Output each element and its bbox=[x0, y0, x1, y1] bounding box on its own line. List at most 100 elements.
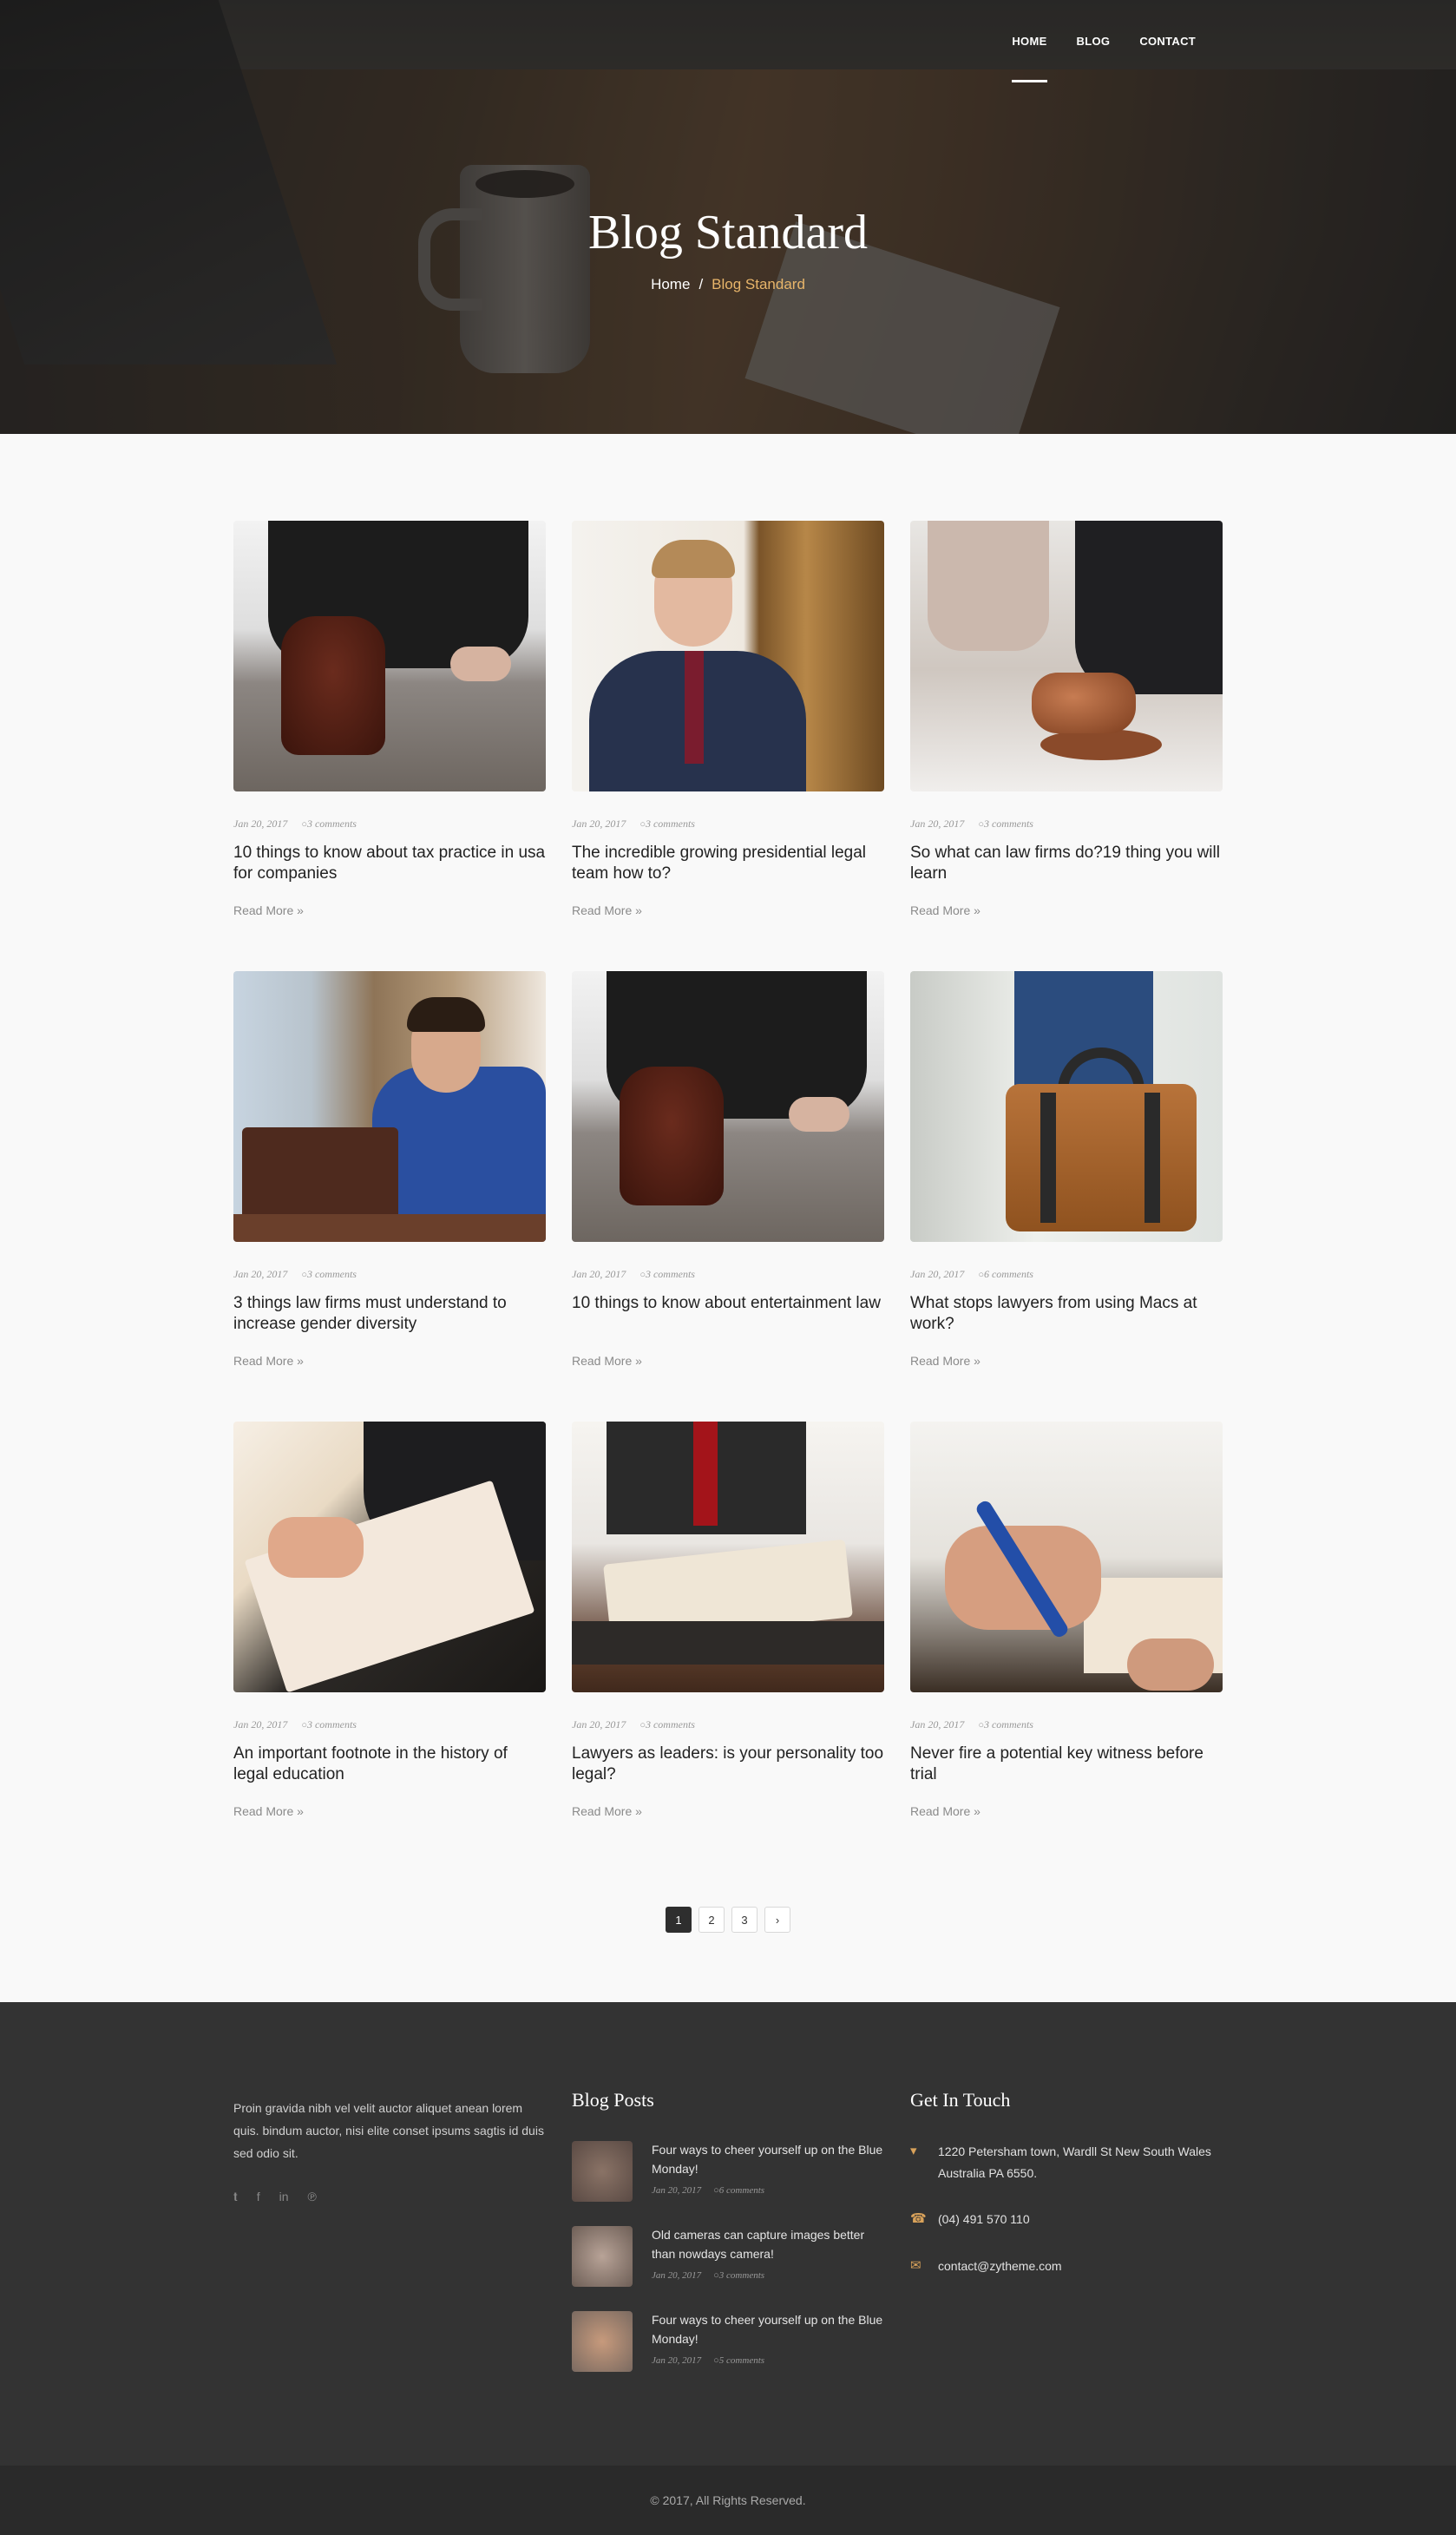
post-card: Jan 20, 2017 3 comments Lawyers as leader… bbox=[572, 1422, 884, 1820]
footer-post-date: Jan 20, 2017 bbox=[652, 2270, 702, 2282]
footer-post-thumbnail[interactable] bbox=[572, 2226, 633, 2287]
post-title[interactable]: Never fire a potential key witness befor… bbox=[910, 1744, 1223, 1785]
footer-post-comments[interactable]: 6 comments bbox=[713, 2185, 764, 2196]
post-thumbnail[interactable] bbox=[572, 971, 884, 1242]
post-date: Jan 20, 2017 bbox=[572, 818, 626, 830]
post-thumbnail[interactable] bbox=[572, 1422, 884, 1692]
envelope-icon: ✉ bbox=[910, 2257, 921, 2273]
social-links: 𝐭 f in ℗ bbox=[233, 2190, 546, 2204]
breadcrumb-current: Blog Standard bbox=[712, 276, 805, 292]
footer-post-title[interactable]: Four ways to cheer yourself up on the Bl… bbox=[652, 2311, 884, 2348]
footer-blog-posts: Blog Posts Four ways to cheer yourself u… bbox=[572, 2089, 884, 2396]
post-title[interactable]: So what can law firms do?19 thing you wi… bbox=[910, 843, 1223, 884]
post-comments[interactable]: 3 comments bbox=[301, 1268, 357, 1281]
read-more-link[interactable]: Read More bbox=[233, 903, 304, 917]
post-comments[interactable]: 6 comments bbox=[978, 1268, 1033, 1281]
read-more-link[interactable]: Read More bbox=[910, 1804, 981, 1818]
read-more-link[interactable]: Read More bbox=[910, 1354, 981, 1368]
copyright-bar: © 2017, All Rights Reserved. bbox=[0, 2466, 1456, 2535]
read-more-link[interactable]: Read More bbox=[233, 1804, 304, 1818]
facebook-icon[interactable]: f bbox=[257, 2190, 260, 2204]
phone-text[interactable]: (04) 491 570 110 bbox=[938, 2209, 1030, 2230]
post-thumbnail[interactable] bbox=[233, 971, 546, 1242]
post-card: Jan 20, 2017 3 comments The incredible gr… bbox=[572, 521, 884, 919]
post-comments[interactable]: 3 comments bbox=[978, 1718, 1033, 1731]
post-date: Jan 20, 2017 bbox=[572, 1718, 626, 1730]
twitter-icon[interactable]: 𝐭 bbox=[233, 2190, 238, 2204]
post-meta: Jan 20, 2017 3 comments bbox=[910, 818, 1223, 831]
footer-post-date: Jan 20, 2017 bbox=[652, 2185, 702, 2197]
post-grid: Jan 20, 2017 3 comments 10 things to know… bbox=[233, 521, 1223, 1820]
post-date: Jan 20, 2017 bbox=[910, 1718, 965, 1730]
post-title[interactable]: 3 things law firms must understand to in… bbox=[233, 1293, 546, 1335]
footer-contact-title: Get In Touch bbox=[910, 2089, 1011, 2111]
post-title[interactable]: 10 things to know about tax practice in … bbox=[233, 843, 546, 884]
post-comments[interactable]: 3 comments bbox=[639, 818, 695, 831]
post-title[interactable]: An important footnote in the history of … bbox=[233, 1744, 546, 1785]
page-2-button[interactable]: 2 bbox=[698, 1907, 725, 1933]
post-title[interactable]: What stops lawyers from using Macs at wo… bbox=[910, 1293, 1223, 1335]
post-thumbnail[interactable] bbox=[910, 521, 1223, 791]
footer-blog-title: Blog Posts bbox=[572, 2089, 654, 2111]
post-date: Jan 20, 2017 bbox=[572, 1268, 626, 1280]
post-card: Jan 20, 2017 3 comments 10 things to know… bbox=[233, 521, 546, 919]
footer-post-list: Four ways to cheer yourself up on the Bl… bbox=[572, 2141, 884, 2372]
post-title[interactable]: The incredible growing presidential lega… bbox=[572, 843, 884, 884]
read-more-link[interactable]: Read More bbox=[572, 1804, 642, 1818]
blog-list: Jan 20, 2017 3 comments 10 things to know… bbox=[0, 434, 1456, 2002]
page-1-button[interactable]: 1 bbox=[666, 1907, 692, 1933]
nav-blog[interactable]: BLOG bbox=[1077, 35, 1111, 82]
post-meta: Jan 20, 2017 3 comments bbox=[572, 818, 884, 831]
post-thumbnail[interactable] bbox=[572, 521, 884, 791]
post-card: Jan 20, 2017 3 comments So what can law f… bbox=[910, 521, 1223, 919]
next-page-button[interactable]: › bbox=[764, 1907, 790, 1933]
post-date: Jan 20, 2017 bbox=[233, 818, 288, 830]
footer-post-item: Four ways to cheer yourself up on the Bl… bbox=[572, 2141, 884, 2202]
breadcrumb-home[interactable]: Home bbox=[651, 276, 690, 292]
footer-post-meta: Jan 20, 2017 3 comments bbox=[652, 2270, 884, 2281]
pinterest-icon[interactable]: ℗ bbox=[308, 2190, 317, 2204]
post-comments[interactable]: 3 comments bbox=[301, 1718, 357, 1731]
contact-email: ✉ contact@zytheme.com bbox=[910, 2256, 1223, 2277]
footer-post-title[interactable]: Old cameras can capture images better th… bbox=[652, 2226, 884, 2263]
footer-post-comments[interactable]: 5 comments bbox=[713, 2355, 764, 2366]
phone-icon: ☎ bbox=[910, 2211, 927, 2227]
copyright-text: © 2017, All Rights Reserved. bbox=[650, 2493, 806, 2507]
site-footer: Proin gravida nibh vel velit auctor aliq… bbox=[0, 2002, 1456, 2466]
breadcrumb-separator: / bbox=[698, 276, 704, 292]
read-more-link[interactable]: Read More bbox=[910, 903, 981, 917]
footer-post-item: Four ways to cheer yourself up on the Bl… bbox=[572, 2311, 884, 2372]
main-nav: HOME BLOG CONTACT bbox=[1012, 35, 1196, 82]
page-3-button[interactable]: 3 bbox=[731, 1907, 758, 1933]
read-more-link[interactable]: Read More bbox=[572, 903, 642, 917]
post-comments[interactable]: 3 comments bbox=[639, 1268, 695, 1281]
linkedin-icon[interactable]: in bbox=[279, 2190, 289, 2204]
footer-post-thumbnail[interactable] bbox=[572, 2311, 633, 2372]
email-text[interactable]: contact@zytheme.com bbox=[938, 2256, 1062, 2277]
post-comments[interactable]: 3 comments bbox=[978, 818, 1033, 831]
footer-post-thumbnail[interactable] bbox=[572, 2141, 633, 2202]
post-title[interactable]: Lawyers as leaders: is your personality … bbox=[572, 1744, 884, 1785]
read-more-link[interactable]: Read More bbox=[233, 1354, 304, 1368]
footer-about-text: Proin gravida nibh vel velit auctor aliq… bbox=[233, 2101, 544, 2160]
footer-post-meta: Jan 20, 2017 5 comments bbox=[652, 2355, 884, 2366]
post-thumbnail[interactable] bbox=[910, 971, 1223, 1242]
post-comments[interactable]: 3 comments bbox=[639, 1718, 695, 1731]
contact-address: ▾ 1220 Petersham town, Wardll St New Sou… bbox=[910, 2141, 1223, 2184]
footer-post-comments[interactable]: 3 comments bbox=[713, 2270, 764, 2281]
read-more-link[interactable]: Read More bbox=[572, 1354, 642, 1368]
post-meta: Jan 20, 2017 3 comments bbox=[233, 818, 546, 831]
footer-post-title[interactable]: Four ways to cheer yourself up on the Bl… bbox=[652, 2141, 884, 2178]
pagination: 1 2 3 › bbox=[0, 1907, 1456, 1933]
post-title[interactable]: 10 things to know about entertainment la… bbox=[572, 1293, 884, 1335]
page-hero: HOME BLOG CONTACT Blog Standard Home / Blo… bbox=[0, 0, 1456, 434]
footer-post-meta: Jan 20, 2017 6 comments bbox=[652, 2185, 884, 2196]
post-card: Jan 20, 2017 3 comments 10 things to know… bbox=[572, 971, 884, 1369]
address-text: 1220 Petersham town, Wardll St New South… bbox=[938, 2144, 1211, 2181]
post-thumbnail[interactable] bbox=[233, 521, 546, 791]
nav-home[interactable]: HOME bbox=[1012, 35, 1047, 82]
post-comments[interactable]: 3 comments bbox=[301, 818, 357, 831]
post-thumbnail[interactable] bbox=[233, 1422, 546, 1692]
post-thumbnail[interactable] bbox=[910, 1422, 1223, 1692]
nav-contact[interactable]: CONTACT bbox=[1139, 35, 1196, 82]
